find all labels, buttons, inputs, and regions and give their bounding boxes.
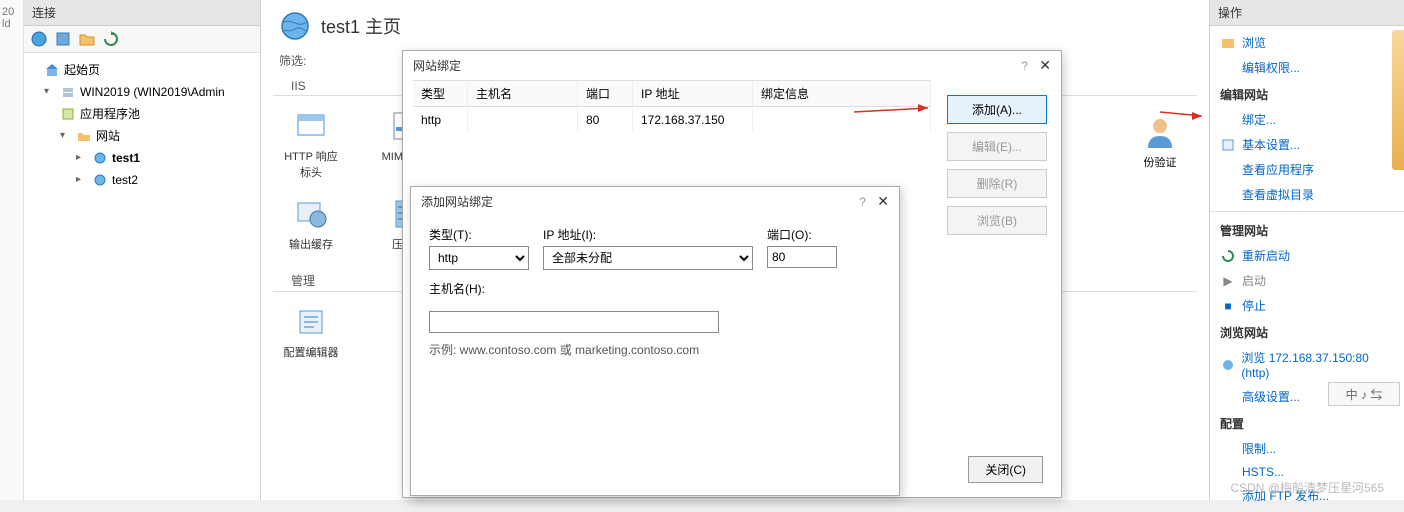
sidebar-tab[interactable] bbox=[1392, 30, 1404, 170]
browse-binding-button: 浏览(B) bbox=[947, 206, 1047, 235]
refresh-icon[interactable] bbox=[102, 30, 120, 48]
feature-authentication[interactable]: 份验证 bbox=[1115, 114, 1205, 170]
save-icon[interactable] bbox=[54, 30, 72, 48]
form-row-2: 主机名(H): bbox=[411, 270, 899, 333]
settings-icon bbox=[1220, 137, 1236, 153]
watermark: CSDN @梅船清梦压星河565 bbox=[1230, 479, 1384, 496]
add-binding-dialog: 添加网站绑定 ? ✕ 类型(T): http IP 地址(I): 全部未分配 端… bbox=[410, 186, 900, 496]
port-input[interactable] bbox=[767, 246, 837, 268]
remove-binding-button: 删除(R) bbox=[947, 169, 1047, 198]
tree-label: 应用程序池 bbox=[80, 104, 140, 124]
globe-icon bbox=[279, 10, 311, 42]
ime-indicator: 中 ♪ ⇆ bbox=[1328, 382, 1400, 406]
connections-toolbar bbox=[24, 26, 260, 53]
close-icon[interactable]: ✕ bbox=[877, 193, 889, 209]
cropped-left-edge: 20 ld bbox=[0, 0, 24, 500]
globe-nav-icon[interactable] bbox=[30, 30, 48, 48]
tree-server[interactable]: ▾ WIN2019 (WIN2019\Admin bbox=[28, 81, 256, 103]
restart-icon bbox=[1220, 248, 1236, 264]
connections-panel: 连接 起始页 ▾ WIN2019 (WIN2019\Admin 应用程序池 ▾ bbox=[24, 0, 261, 500]
tree-label: test2 bbox=[112, 170, 138, 190]
help-icon[interactable]: ? bbox=[851, 195, 874, 209]
action-group-manage: 管理网站 bbox=[1210, 216, 1404, 243]
action-start[interactable]: ▶ 启动 bbox=[1210, 268, 1404, 293]
action-browse-url[interactable]: 浏览 172.168.37.150:80 (http) bbox=[1210, 345, 1404, 384]
feature-config-editor[interactable]: 配置编辑器 bbox=[279, 304, 343, 360]
chevron-down-icon[interactable]: ▾ bbox=[60, 126, 72, 146]
action-group-edit-site: 编辑网站 bbox=[1210, 80, 1404, 107]
action-group-config: 配置 bbox=[1210, 409, 1404, 436]
feature-http-response[interactable]: HTTP 响应标头 bbox=[279, 108, 343, 180]
tree-site-test1[interactable]: ▸ test1 bbox=[28, 147, 256, 169]
action-view-apps[interactable]: 查看应用程序 bbox=[1210, 157, 1404, 182]
cache-icon bbox=[293, 196, 329, 232]
globe-icon bbox=[92, 172, 108, 188]
globe-icon bbox=[92, 150, 108, 166]
actions-header: 操作 bbox=[1210, 0, 1404, 26]
action-basic-settings[interactable]: 基本设置... bbox=[1210, 132, 1404, 157]
explorer-icon bbox=[1220, 35, 1236, 51]
server-icon bbox=[60, 84, 76, 100]
host-label: 主机名(H): bbox=[429, 280, 881, 297]
action-view-vdirs[interactable]: 查看虚拟目录 bbox=[1210, 182, 1404, 207]
host-input[interactable] bbox=[429, 311, 719, 333]
help-icon[interactable]: ? bbox=[1013, 59, 1036, 73]
close-button[interactable]: 关闭(C) bbox=[968, 456, 1043, 483]
stop-icon: ■ bbox=[1220, 298, 1236, 314]
feature-output-cache[interactable]: 输出缓存 bbox=[279, 196, 343, 252]
home-icon bbox=[44, 62, 60, 78]
action-edit-permissions[interactable]: 编辑权限... bbox=[1210, 55, 1404, 80]
actions-panel: 操作 浏览 编辑权限... 编辑网站 绑定... 基本设置... 查看应用程序 … bbox=[1209, 0, 1404, 500]
dialog-titlebar: 添加网站绑定 ? ✕ bbox=[411, 187, 899, 216]
type-label: 类型(T): bbox=[429, 226, 529, 243]
dialog-titlebar: 网站绑定 ? ✕ bbox=[403, 51, 1061, 80]
action-restart[interactable]: 重新启动 bbox=[1210, 243, 1404, 268]
tree-start-page[interactable]: 起始页 bbox=[28, 59, 256, 81]
tree-label: test1 bbox=[112, 148, 140, 168]
action-group-browse: 浏览网站 bbox=[1210, 318, 1404, 345]
tree-app-pools[interactable]: 应用程序池 bbox=[28, 103, 256, 125]
port-label: 端口(O): bbox=[767, 226, 837, 243]
edit-binding-button: 编辑(E)... bbox=[947, 132, 1047, 161]
connections-header: 连接 bbox=[24, 0, 260, 26]
play-icon: ▶ bbox=[1220, 273, 1236, 289]
add-binding-button[interactable]: 添加(A)... bbox=[947, 95, 1047, 124]
tree-label: 网站 bbox=[96, 126, 120, 146]
host-hint: 示例: www.contoso.com 或 marketing.contoso.… bbox=[411, 333, 899, 366]
action-limits[interactable]: 限制... bbox=[1210, 436, 1404, 461]
tree-sites[interactable]: ▾ 网站 bbox=[28, 125, 256, 147]
editor-icon bbox=[293, 304, 329, 340]
dialog-title: 网站绑定 bbox=[413, 57, 461, 74]
dialog-title: 添加网站绑定 bbox=[421, 193, 493, 210]
ip-select[interactable]: 全部未分配 bbox=[543, 246, 753, 270]
binding-row[interactable]: http 80 172.168.37.150 bbox=[413, 107, 931, 133]
chevron-right-icon[interactable]: ▸ bbox=[76, 170, 88, 190]
page-title: test1 主页 bbox=[261, 0, 1209, 50]
action-stop[interactable]: ■ 停止 bbox=[1210, 293, 1404, 318]
user-icon bbox=[1142, 114, 1178, 150]
chevron-right-icon[interactable]: ▸ bbox=[76, 148, 88, 168]
http-icon bbox=[293, 108, 329, 144]
folder-icon[interactable] bbox=[78, 30, 96, 48]
tree-label: WIN2019 (WIN2019\Admin bbox=[80, 82, 225, 102]
action-browse[interactable]: 浏览 bbox=[1210, 30, 1404, 55]
type-select[interactable]: http bbox=[429, 246, 529, 270]
bindings-buttons: 添加(A)... 编辑(E)... 删除(R) 浏览(B) bbox=[947, 95, 1047, 235]
tree-label: 起始页 bbox=[64, 60, 100, 80]
ip-label: IP 地址(I): bbox=[543, 226, 753, 243]
globe-icon bbox=[1220, 357, 1235, 373]
tree-site-test2[interactable]: ▸ test2 bbox=[28, 169, 256, 191]
form-row-1: 类型(T): http IP 地址(I): 全部未分配 端口(O): bbox=[411, 216, 899, 270]
chevron-down-icon[interactable]: ▾ bbox=[44, 82, 56, 102]
action-bindings[interactable]: 绑定... bbox=[1210, 107, 1404, 132]
connections-tree: 起始页 ▾ WIN2019 (WIN2019\Admin 应用程序池 ▾ 网站 … bbox=[24, 53, 260, 197]
apppool-icon bbox=[60, 106, 76, 122]
close-icon[interactable]: ✕ bbox=[1039, 57, 1051, 73]
folder-icon bbox=[76, 128, 92, 144]
bindings-table-header: 类型 主机名 端口 IP 地址 绑定信息 bbox=[413, 80, 931, 107]
